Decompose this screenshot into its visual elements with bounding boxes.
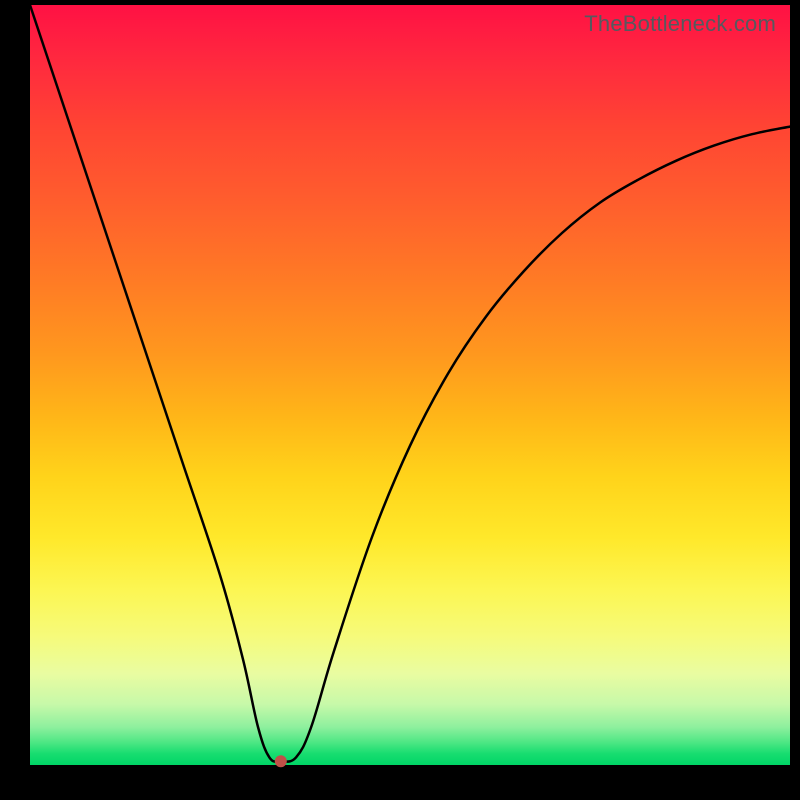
min-marker-dot — [275, 755, 287, 767]
chart-frame: TheBottleneck.com — [0, 0, 800, 800]
plot-area: TheBottleneck.com — [30, 5, 790, 765]
curve-svg — [30, 5, 790, 765]
bottleneck-curve — [30, 5, 790, 762]
